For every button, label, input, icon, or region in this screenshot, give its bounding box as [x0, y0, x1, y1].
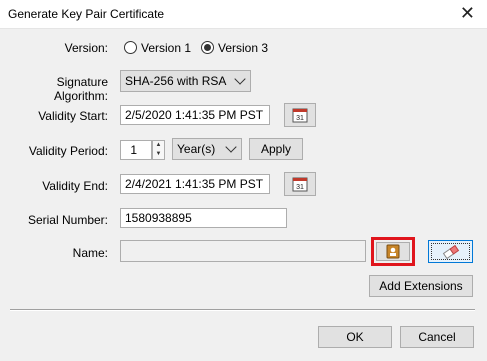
serial-number-label: Serial Number:	[27, 213, 108, 227]
name-label: Name:	[72, 246, 108, 260]
serial-number-field[interactable]: 1580938895	[120, 208, 287, 228]
clear-name-button[interactable]	[428, 240, 473, 263]
validity-end-calendar-button[interactable]: 31	[284, 172, 316, 196]
validity-period-label: Validity Period:	[28, 144, 108, 158]
svg-text:31: 31	[296, 184, 304, 191]
address-book-button[interactable]	[376, 242, 410, 261]
ok-button[interactable]: OK	[318, 326, 392, 348]
cancel-button[interactable]: Cancel	[400, 326, 474, 348]
calendar-icon: 31	[292, 108, 308, 123]
validity-unit-select[interactable]: Year(s)	[172, 138, 242, 160]
validity-end-label: Validity End:	[42, 179, 108, 193]
version-3-label[interactable]: Version 3	[218, 41, 268, 55]
stepper-up-icon[interactable]: ▲	[153, 141, 164, 150]
validity-start-calendar-button[interactable]: 31	[284, 103, 316, 127]
address-book-icon	[386, 244, 400, 259]
validity-period-stepper[interactable]: ▲ ▼	[152, 140, 165, 160]
add-extensions-button[interactable]: Add Extensions	[369, 275, 473, 297]
validity-period-input[interactable]: 1	[120, 140, 152, 160]
signature-algorithm-label: Signature Algorithm:	[53, 75, 108, 103]
chevron-down-icon	[225, 141, 237, 153]
calendar-icon: 31	[292, 177, 308, 192]
stepper-down-icon[interactable]: ▼	[153, 150, 164, 159]
window-title: Generate Key Pair Certificate	[8, 7, 165, 21]
validity-end-field[interactable]: 2/4/2021 1:41:35 PM PST	[120, 174, 270, 194]
validity-start-field[interactable]: 2/5/2020 1:41:35 PM PST	[120, 105, 270, 125]
version-label: Version:	[64, 41, 108, 55]
version-1-label[interactable]: Version 1	[141, 41, 191, 55]
svg-text:31: 31	[296, 115, 304, 122]
separator	[10, 309, 475, 311]
eraser-icon	[442, 245, 460, 259]
validity-unit-value: Year(s)	[177, 142, 216, 156]
validity-start-label: Validity Start:	[38, 109, 108, 123]
close-icon[interactable]: ✕	[460, 3, 475, 23]
signature-algorithm-value: SHA-256 with RSA	[125, 74, 227, 88]
name-field[interactable]	[120, 240, 366, 262]
signature-algorithm-select[interactable]: SHA-256 with RSA	[120, 70, 251, 92]
chevron-down-icon	[234, 73, 246, 85]
version-1-radio[interactable]	[124, 41, 137, 54]
radio-selected-dot	[204, 44, 211, 51]
version-3-radio[interactable]	[201, 41, 214, 54]
apply-button[interactable]: Apply	[249, 138, 303, 160]
